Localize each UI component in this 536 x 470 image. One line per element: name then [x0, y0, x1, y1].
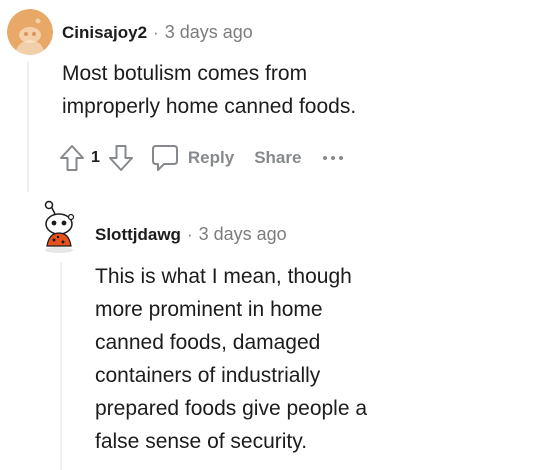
- meta-separator: ·: [153, 23, 159, 42]
- speech-bubble-icon: [151, 145, 178, 171]
- comment-actions: 1 Reply Share: [59, 141, 344, 175]
- reply-button[interactable]: Reply: [150, 143, 234, 173]
- avatar[interactable]: [7, 9, 53, 55]
- thread-line-comment1[interactable]: [27, 62, 29, 192]
- vote-count: 1: [91, 149, 100, 166]
- comment-body-line: canned foods, damaged: [95, 331, 321, 354]
- meta-separator: ·: [186, 225, 193, 244]
- comment-body-line: improperly home canned foods.: [62, 95, 357, 118]
- username[interactable]: Slottjdawg: [95, 225, 181, 245]
- username[interactable]: Cinisajoy2: [62, 23, 147, 43]
- comment-body-line: Most botulism comes from: [62, 62, 308, 85]
- comment-body-line: more prominent in home: [95, 298, 323, 321]
- more-dots-icon[interactable]: [323, 156, 344, 160]
- snoo-avatar-icon: [44, 200, 75, 253]
- thread-line-comment2[interactable]: [60, 262, 62, 470]
- comment-body-line: prepared foods give people a: [95, 397, 368, 420]
- comment-body-line: containers of industrially: [95, 364, 321, 387]
- avatar[interactable]: [38, 200, 84, 258]
- timestamp[interactable]: 3 days ago: [199, 224, 287, 245]
- comment-meta: Slottjdawg · 3 days ago: [95, 224, 287, 245]
- comment-meta: Cinisajoy2 · 3 days ago: [62, 22, 253, 43]
- reply-label[interactable]: Reply: [188, 148, 234, 168]
- timestamp[interactable]: 3 days ago: [165, 22, 253, 43]
- snoo-avatar-icon: [7, 9, 53, 55]
- upvote-arrow-icon[interactable]: [59, 144, 85, 172]
- share-button[interactable]: Share: [254, 148, 301, 168]
- downvote-arrow-icon[interactable]: [108, 144, 134, 172]
- comment-body-line: false sense of security.: [95, 430, 308, 453]
- comment-body: Most botulism comes from improperly home…: [62, 57, 356, 123]
- comment-body: This is what I mean, though more promine…: [95, 260, 367, 458]
- comment-body-line: This is what I mean, though: [95, 265, 352, 288]
